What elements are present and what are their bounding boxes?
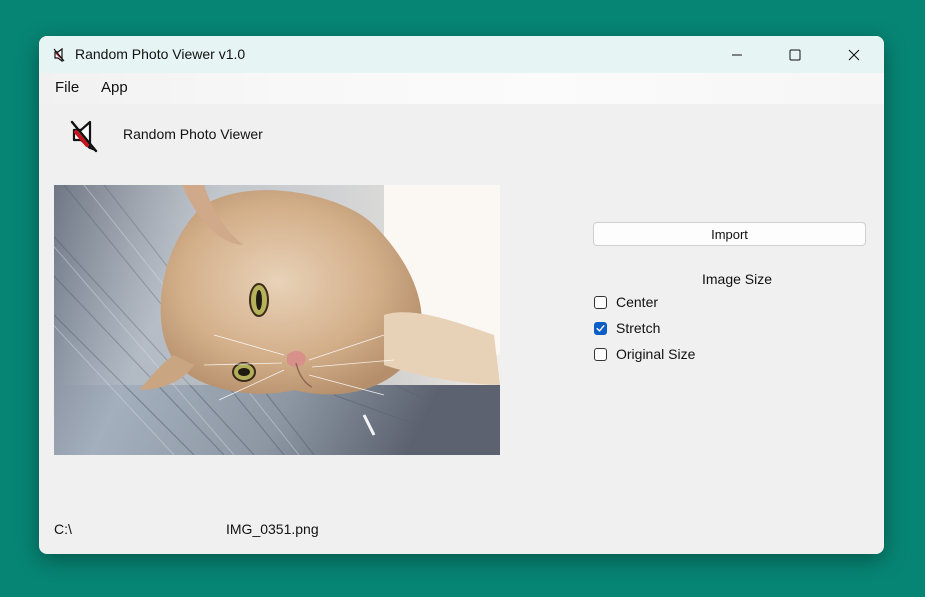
stretch-option[interactable]: Stretch [594, 319, 660, 337]
original-size-label: Original Size [616, 346, 696, 362]
center-label: Center [616, 294, 659, 310]
app-icon [52, 47, 68, 63]
menu-bar: File App [39, 73, 884, 104]
import-button[interactable]: Import [593, 222, 866, 246]
close-button[interactable] [825, 36, 883, 73]
image-size-label: Image Size [702, 271, 773, 287]
maximize-icon [789, 49, 801, 60]
stretch-checkbox[interactable] [594, 321, 607, 335]
window-title: Random Photo Viewer v1.0 [75, 46, 246, 62]
app-window: Random Photo Viewer v1.0 File App Random… [39, 36, 884, 554]
maximize-button[interactable] [766, 36, 824, 73]
original-size-checkbox[interactable] [594, 347, 607, 361]
app-heading: Random Photo Viewer [123, 126, 263, 142]
status-filename: IMG_0351.png [226, 521, 319, 537]
speaker-mute-icon [68, 118, 102, 154]
close-icon [848, 49, 860, 60]
center-option[interactable]: Center [594, 293, 658, 311]
minimize-icon [732, 54, 742, 55]
menu-app[interactable]: App [97, 79, 132, 96]
stretch-label: Stretch [616, 320, 661, 336]
original-size-option[interactable]: Original Size [594, 345, 695, 363]
center-checkbox[interactable] [594, 295, 607, 309]
minimize-button[interactable] [708, 36, 766, 73]
title-bar[interactable]: Random Photo Viewer v1.0 [39, 36, 884, 73]
cat-photo [54, 185, 500, 455]
status-path: C:\ [54, 521, 72, 537]
checkmark-icon [596, 324, 605, 332]
menu-file[interactable]: File [51, 79, 83, 96]
